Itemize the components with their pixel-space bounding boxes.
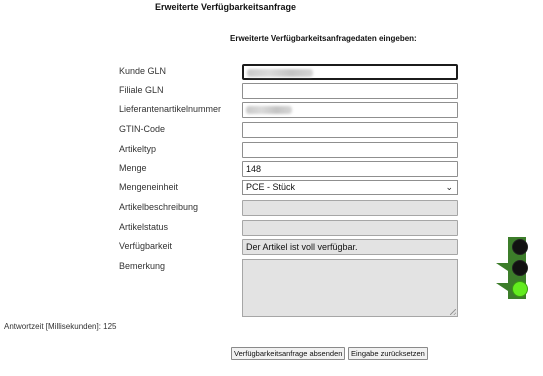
lieferantenartikelnummer-value bbox=[246, 106, 292, 114]
row-kunde-gln: Kunde GLN bbox=[0, 64, 543, 80]
filiale-gln-input[interactable] bbox=[242, 83, 458, 99]
row-filiale-gln: Filiale GLN bbox=[0, 83, 543, 99]
row-verfuegbarkeit: Verfügbarkeit Der Artikel ist voll verfü… bbox=[0, 239, 543, 255]
verfuegbarkeit-field: Der Artikel ist voll verfügbar. bbox=[242, 239, 458, 255]
chevron-down-icon[interactable]: ⌄ bbox=[445, 181, 453, 194]
kunde-gln-label: Kunde GLN bbox=[119, 66, 167, 76]
lieferantenartikelnummer-label: Lieferantenartikelnummer bbox=[119, 104, 222, 114]
artikeltyp-label: Artikeltyp bbox=[119, 144, 157, 154]
traffic-light-icon bbox=[496, 237, 528, 299]
bemerkung-textarea bbox=[242, 259, 458, 317]
row-menge: Menge 148 bbox=[0, 161, 543, 177]
row-gtin-code: GTIN-Code bbox=[0, 122, 543, 138]
row-mengeneinheit: Mengeneinheit PCE - Stück ⌄ bbox=[0, 180, 543, 196]
menge-label: Menge bbox=[119, 163, 147, 173]
row-lieferantenartikelnummer: Lieferantenartikelnummer bbox=[0, 102, 543, 118]
response-time-text: Antwortzeit [Millisekunden]: 125 bbox=[4, 322, 117, 331]
kunde-gln-input[interactable] bbox=[242, 64, 458, 80]
traffic-light-red-lamp bbox=[512, 239, 528, 255]
kunde-gln-value bbox=[247, 69, 313, 77]
traffic-light-green-lamp bbox=[512, 281, 528, 297]
bemerkung-label: Bemerkung bbox=[119, 261, 166, 271]
artikelbeschreibung-field bbox=[242, 200, 458, 216]
gtin-code-input[interactable] bbox=[242, 122, 458, 138]
row-artikeltyp: Artikeltyp bbox=[0, 142, 543, 158]
verfuegbarkeit-label: Verfügbarkeit bbox=[119, 241, 173, 251]
row-artikelbeschreibung: Artikelbeschreibung bbox=[0, 200, 543, 216]
resize-grip-icon[interactable] bbox=[450, 309, 456, 315]
mengeneinheit-label: Mengeneinheit bbox=[119, 182, 179, 192]
gtin-code-label: GTIN-Code bbox=[119, 124, 166, 134]
page-title: Erweiterte Verfügbarkeitsanfrage bbox=[155, 2, 297, 12]
row-artikelstatus: Artikelstatus bbox=[0, 220, 543, 236]
mengeneinheit-selected-value: PCE - Stück bbox=[246, 182, 296, 192]
filiale-gln-label: Filiale GLN bbox=[119, 85, 164, 95]
traffic-light-yellow-lamp bbox=[512, 260, 528, 276]
reset-input-button[interactable]: Eingabe zurücksetzen bbox=[348, 347, 428, 360]
section-title: Erweiterte Verfügbarkeitsanfragedaten ei… bbox=[230, 34, 417, 43]
menge-input[interactable]: 148 bbox=[242, 161, 458, 177]
artikelstatus-field bbox=[242, 220, 458, 236]
availability-request-page: Erweiterte Verfügbarkeitsanfrage Erweite… bbox=[0, 0, 543, 376]
submit-availability-request-button[interactable]: Verfügbarkeitsanfrage absenden bbox=[231, 347, 346, 360]
mengeneinheit-select[interactable]: PCE - Stück ⌄ bbox=[242, 180, 458, 195]
artikeltyp-input[interactable] bbox=[242, 142, 458, 158]
artikelbeschreibung-label: Artikelbeschreibung bbox=[119, 202, 199, 212]
lieferantenartikelnummer-input[interactable] bbox=[242, 102, 458, 118]
artikelstatus-label: Artikelstatus bbox=[119, 222, 169, 232]
